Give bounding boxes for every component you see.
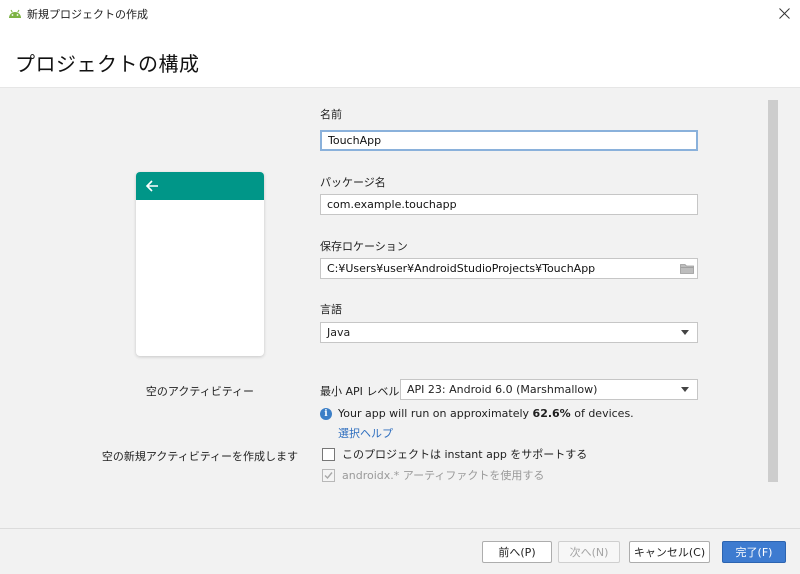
language-label: 言語	[320, 303, 342, 316]
package-name-input[interactable]	[320, 194, 698, 215]
browse-folder-button[interactable]	[678, 259, 696, 278]
template-name: 空のアクティビティー	[145, 385, 255, 398]
folder-icon	[680, 264, 694, 274]
title-bar: 新規プロジェクトの作成	[0, 0, 800, 26]
scrollbar-thumb[interactable]	[768, 100, 778, 482]
selection-help-link[interactable]: 選択ヘルプ	[338, 425, 393, 441]
save-location-label: 保存ロケーション	[320, 240, 408, 253]
chevron-down-icon	[681, 387, 689, 392]
language-dropdown[interactable]: Java	[320, 322, 698, 343]
previous-button[interactable]: 前へ(P)	[482, 541, 552, 563]
save-location-input[interactable]	[320, 258, 698, 279]
name-label: 名前	[320, 108, 342, 121]
window-title: 新規プロジェクトの作成	[27, 8, 148, 21]
min-api-value: API 23: Android 6.0 (Marshmallow)	[407, 383, 598, 396]
androidx-label: androidx.* アーティファクトを使用する	[342, 469, 545, 482]
template-description: 空の新規アクティビティーを作成します	[101, 450, 299, 463]
android-studio-icon	[9, 9, 21, 18]
activity-preview	[136, 172, 264, 356]
info-icon: i	[320, 407, 332, 420]
androidx-checkbox: androidx.* アーティファクトを使用する	[322, 467, 544, 483]
min-api-label: 最小 API レベル	[320, 385, 400, 398]
device-coverage-info: i Your app will run on approximately 62.…	[320, 407, 634, 420]
arrow-left-icon	[145, 180, 158, 192]
close-button[interactable]	[770, 2, 798, 24]
next-button: 次へ(N)	[558, 541, 620, 563]
chevron-down-icon	[681, 330, 689, 335]
checkbox-box[interactable]	[322, 447, 335, 461]
name-input[interactable]	[320, 130, 698, 151]
finish-button[interactable]: 完了(F)	[722, 541, 786, 563]
preview-app-bar	[136, 172, 264, 200]
close-icon	[778, 7, 790, 19]
coverage-percent: 62.6%	[532, 407, 571, 420]
package-label: パッケージ名	[320, 176, 386, 189]
checkbox-box	[322, 468, 335, 482]
min-api-dropdown[interactable]: API 23: Android 6.0 (Marshmallow)	[400, 379, 698, 400]
page-header: プロジェクトの構成	[0, 26, 800, 88]
language-value: Java	[327, 326, 351, 339]
checkmark-icon	[324, 471, 333, 479]
instant-app-label: このプロジェクトは instant app をサポートする	[342, 448, 588, 461]
cancel-button[interactable]: キャンセル(C)	[629, 541, 710, 563]
coverage-text: Your app will run on approximately 62.6%…	[338, 407, 634, 420]
instant-app-checkbox[interactable]: このプロジェクトは instant app をサポートする	[322, 446, 587, 462]
page-title: プロジェクトの構成	[15, 52, 200, 76]
